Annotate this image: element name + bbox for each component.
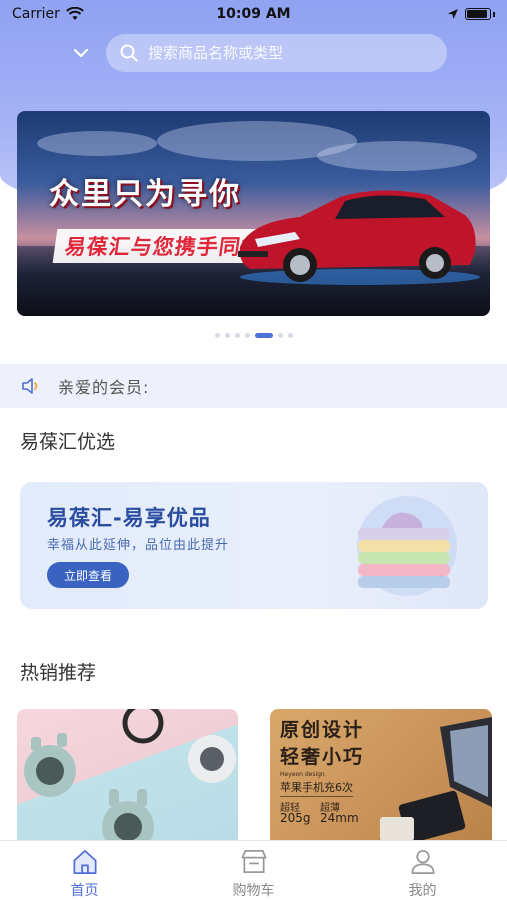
battery-icon (465, 8, 491, 20)
carousel-dot (224, 333, 230, 338)
status-time: 10:09 AM (216, 6, 291, 22)
spec2-value: 24mm (320, 811, 359, 825)
speaker-product-image (24, 709, 236, 841)
status-bar: Carrier 10:09 AM (0, 0, 507, 28)
search-input[interactable] (148, 44, 418, 62)
carousel-dot (287, 333, 293, 338)
product-card-speakers[interactable] (17, 709, 238, 841)
tab-profile-label: 我的 (408, 883, 437, 899)
carousel-dot-active (254, 333, 273, 338)
product-tag: 苹果手机充6次 (280, 779, 353, 797)
carousel-dot (244, 333, 250, 338)
tab-home[interactable]: 首页 (0, 841, 169, 900)
featured-section-title: 易葆汇优选 (20, 431, 116, 453)
home-icon (72, 849, 97, 874)
tab-profile[interactable]: 我的 (338, 841, 507, 900)
product-line1: 原创设计 (280, 719, 365, 741)
speaker-icon (22, 378, 38, 394)
spec1-value: 205g (280, 811, 311, 825)
search-icon (120, 44, 138, 62)
promo-subtitle: 幸福从此延伸，品位由此提升 (47, 538, 230, 553)
store-icon (241, 849, 266, 874)
promo-card[interactable]: 易葆汇-易享优品 幸福从此延伸，品位由此提升 立即查看 (20, 482, 488, 609)
banner-carousel[interactable]: 众里只为寻你 易葆汇与您携手同行 (17, 111, 490, 316)
carousel-dot (277, 333, 283, 338)
banner-title: 众里只为寻你 (49, 177, 241, 212)
powerbank-product-image (380, 717, 492, 841)
tab-cart[interactable]: 购物车 (169, 841, 338, 900)
promo-title: 易葆汇-易享优品 (47, 506, 211, 530)
hot-section-title: 热销推荐 (20, 662, 97, 684)
notice-text: 亲爱的会员: (58, 378, 150, 397)
towels-image (357, 496, 457, 596)
user-icon (410, 849, 435, 874)
product-line2: 轻奢小巧 (280, 746, 365, 768)
carousel-indicator (0, 333, 507, 338)
notice-bar[interactable]: 亲爱的会员: (0, 364, 507, 408)
view-now-button[interactable]: 立即查看 (47, 562, 129, 588)
chevron-down-icon[interactable] (70, 42, 92, 64)
product-card-powerbank[interactable]: 原创设计 轻奢小巧 Heyeon design 苹果手机充6次 超轻 205g … (270, 709, 492, 841)
tab-cart-label: 购物车 (232, 883, 275, 899)
tab-home-label: 首页 (70, 883, 99, 899)
tab-bar: 首页 购物车 我的 (0, 840, 507, 900)
carousel-dot (214, 333, 220, 338)
product-brand-small: Heyeon design (280, 771, 325, 778)
search-box[interactable] (106, 34, 447, 72)
car-image (238, 190, 480, 285)
carousel-dot (234, 333, 240, 338)
